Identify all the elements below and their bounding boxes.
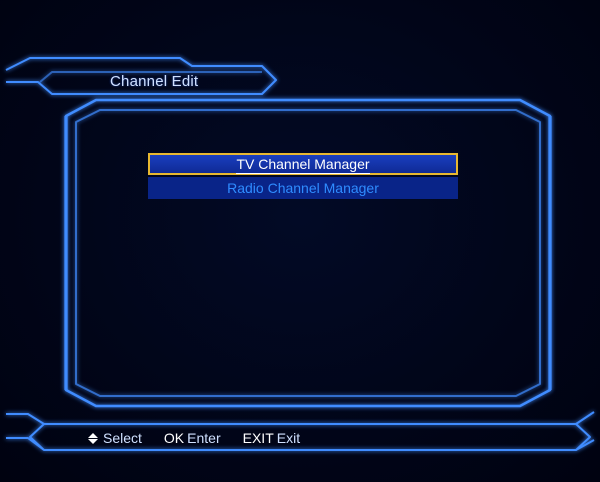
- ok-key-label: OK: [163, 430, 185, 446]
- frame-decoration: [5, 57, 595, 451]
- channel-edit-menu: TV Channel Manager Radio Channel Manager: [148, 153, 458, 201]
- menu-item-label: Radio Channel Manager: [227, 180, 379, 196]
- up-down-arrows-icon: [88, 432, 98, 444]
- page-title: Channel Edit: [110, 73, 199, 90]
- hint-select: Select: [88, 430, 142, 446]
- exit-key-label: EXIT: [242, 430, 274, 446]
- hint-exit: EXIT Exit: [243, 430, 300, 446]
- osd-screen: Channel Edit TV Channel Manager Radio Ch…: [0, 0, 600, 482]
- hint-select-label: Select: [103, 430, 142, 446]
- hint-exit-label: Exit: [276, 430, 301, 446]
- menu-item-label: TV Channel Manager: [236, 156, 370, 174]
- menu-item-tv-channel-manager[interactable]: TV Channel Manager: [148, 153, 458, 175]
- hint-ok-label: Enter: [187, 430, 221, 446]
- menu-item-radio-channel-manager[interactable]: Radio Channel Manager: [148, 177, 458, 199]
- key-hints-bar: Select OK Enter EXIT Exit: [88, 430, 300, 446]
- hint-ok: OK Enter: [164, 430, 221, 446]
